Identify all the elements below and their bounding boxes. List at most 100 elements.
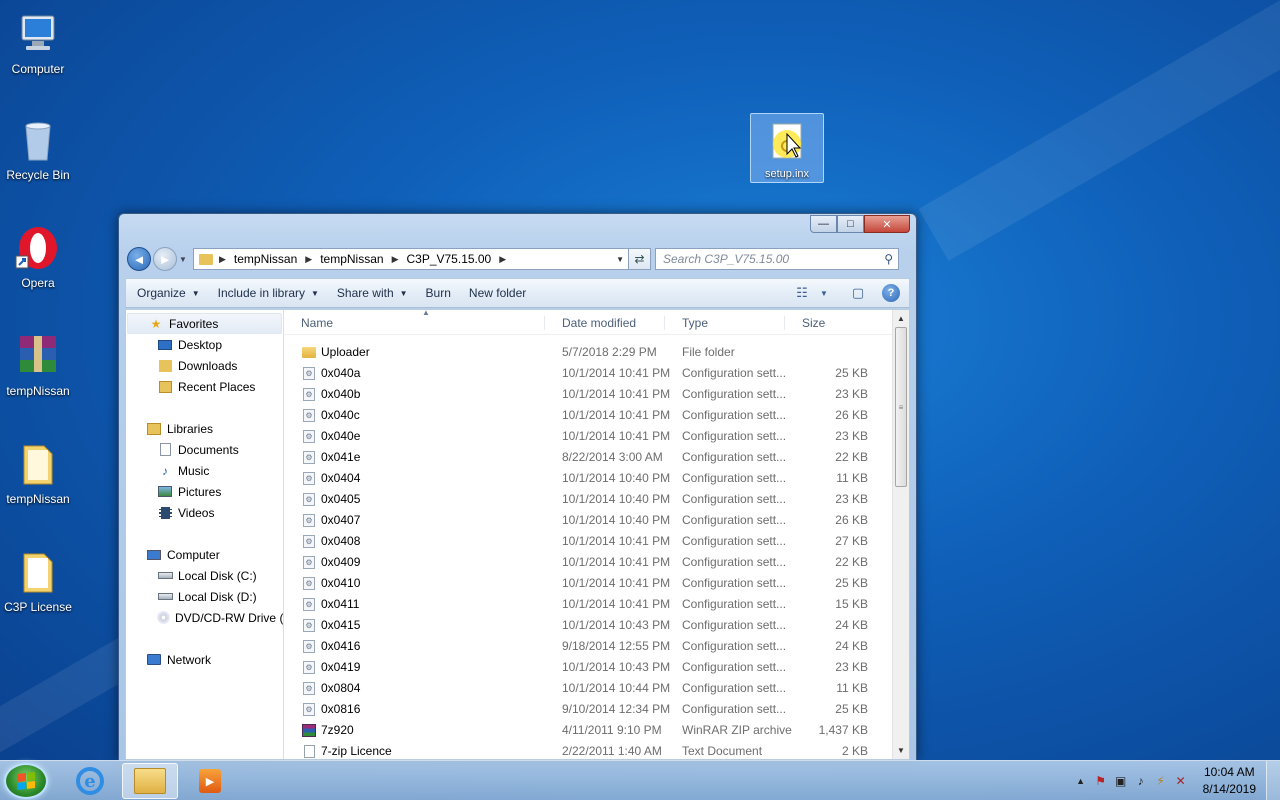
file-row[interactable]: Uploader 5/7/2018 2:29 PM File folder (284, 342, 893, 363)
device-icon[interactable]: ▣ (1111, 774, 1131, 788)
dvd-drive-icon (157, 611, 170, 625)
recent-pages-dropdown[interactable]: ▼ (179, 255, 189, 264)
power-icon[interactable]: ⚡ (1151, 774, 1171, 788)
close-button[interactable]: ✕ (864, 215, 910, 233)
file-row[interactable]: ⚙ 0x041e 8/22/2014 3:00 AM Configuration se… (284, 447, 893, 468)
file-row[interactable]: ⚙ 0x0409 10/1/2014 10:41 PM Configuration s… (284, 552, 893, 573)
column-header-name[interactable]: Name (284, 316, 545, 330)
desktop-icon-label: tempNissan (6, 384, 70, 398)
explorer-window[interactable]: — □ ✕ ◄ ► ▼ ▶ tempNissan ▶ tempNissan ▶ … (118, 213, 917, 761)
file-name: Uploader (321, 345, 370, 359)
taskbar-media-player[interactable]: ▶ (182, 763, 238, 799)
file-date-modified: 10/1/2014 10:44 PM (562, 681, 671, 695)
address-bar[interactable]: ▶ tempNissan ▶ tempNissan ▶ C3P_V75.15.0… (193, 248, 629, 270)
desktop-icon-recycle-bin[interactable]: Recycle Bin (0, 116, 76, 182)
file-row[interactable]: ⚙ 0x0816 9/10/2014 12:34 PM Configuration s… (284, 699, 893, 720)
file-row[interactable]: ⚙ 0x040a 10/1/2014 10:41 PM Configuration s… (284, 363, 893, 384)
nav-recent-places[interactable]: Recent Places (126, 376, 283, 397)
taskbar-windows-explorer[interactable] (122, 763, 178, 799)
file-type: Configuration sett... (682, 660, 787, 674)
nav-computer[interactable]: Computer (126, 544, 283, 565)
nav-documents[interactable]: Documents (126, 439, 283, 460)
desktop-icon-computer[interactable]: Computer (0, 10, 76, 76)
search-input[interactable]: Search C3P_V75.15.00 ⚲ (655, 248, 899, 270)
scroll-down-button[interactable]: ▼ (893, 742, 909, 759)
network-icon[interactable]: ✕ (1171, 774, 1191, 788)
file-row[interactable]: ⚙ 0x040b 10/1/2014 10:41 PM Configuration s… (284, 384, 893, 405)
nav-local-disk-d[interactable]: Local Disk (D:) (126, 586, 283, 607)
vertical-scrollbar[interactable]: ▲ ≡ ▼ (892, 310, 909, 759)
nav-music[interactable]: ♪ Music (126, 460, 283, 481)
file-row[interactable]: ⚙ 0x0419 10/1/2014 10:43 PM Configuration s… (284, 657, 893, 678)
burn-button[interactable]: Burn (417, 279, 460, 307)
file-row[interactable]: ⚙ 0x040e 10/1/2014 10:41 PM Configuration s… (284, 426, 893, 447)
nav-downloads[interactable]: Downloads (126, 355, 283, 376)
column-header-date-modified[interactable]: Date modified (545, 316, 665, 330)
file-date-modified: 10/1/2014 10:41 PM (562, 555, 671, 569)
desktop-icon-c3p-license[interactable]: C3P License (0, 548, 76, 614)
scroll-thumb[interactable]: ≡ (895, 327, 907, 487)
nav-desktop[interactable]: Desktop (126, 334, 283, 355)
nav-libraries[interactable]: Libraries (126, 418, 283, 439)
breadcrumb-separator[interactable]: ▶ (305, 254, 312, 265)
file-row[interactable]: ⚙ 0x0407 10/1/2014 10:40 PM Configuration s… (284, 510, 893, 531)
opera-icon (14, 224, 62, 272)
maximize-button[interactable]: □ (837, 215, 864, 233)
nav-label: Downloads (178, 358, 238, 373)
file-row[interactable]: ⚙ 0x0410 10/1/2014 10:41 PM Configuration s… (284, 573, 893, 594)
include-in-library-menu[interactable]: Include in library ▼ (209, 279, 328, 307)
nav-pictures[interactable]: Pictures (126, 481, 283, 502)
organize-menu[interactable]: Organize ▼ (126, 279, 209, 307)
desktop-icon-tempnissan-archive[interactable]: tempNissan (0, 332, 76, 398)
file-row[interactable]: ⚙ 0x0804 10/1/2014 10:44 PM Configuration s… (284, 678, 893, 699)
file-size: 15 KB (835, 597, 868, 611)
forward-button[interactable]: ► (153, 247, 177, 271)
nav-videos[interactable]: Videos (126, 502, 283, 523)
show-desktop-button[interactable] (1266, 761, 1280, 800)
volume-icon[interactable]: ♪ (1131, 774, 1151, 788)
desktop-icon-opera[interactable]: Opera (0, 224, 76, 290)
file-row[interactable]: ⚙ 0x0408 10/1/2014 10:41 PM Configuration s… (284, 531, 893, 552)
action-center-icon[interactable]: ⚑ (1091, 774, 1111, 788)
taskbar-internet-explorer[interactable]: e (62, 763, 118, 799)
column-header-type[interactable]: Type (665, 316, 785, 330)
breadcrumb-separator[interactable]: ▶ (499, 254, 506, 265)
nav-dvd-drive[interactable]: DVD/CD-RW Drive (I (126, 607, 283, 628)
show-hidden-icons-button[interactable]: ▲ (1071, 776, 1091, 786)
file-date-modified: 10/1/2014 10:41 PM (562, 366, 671, 380)
nav-local-disk-c[interactable]: Local Disk (C:) (126, 565, 283, 586)
desktop-icon-tempnissan-folder[interactable]: tempNissan (0, 440, 76, 506)
back-button[interactable]: ◄ (127, 247, 151, 271)
help-icon[interactable]: ? (882, 284, 900, 302)
scroll-up-button[interactable]: ▲ (893, 310, 909, 327)
file-row[interactable]: ⚙ 0x0405 10/1/2014 10:40 PM Configuration s… (284, 489, 893, 510)
new-folder-button[interactable]: New folder (460, 279, 535, 307)
breadcrumb-item[interactable]: tempNissan (234, 252, 297, 266)
desktop-icon-setup-inx[interactable]: setup.inx (750, 113, 824, 183)
file-row[interactable]: ⚙ 0x040c 10/1/2014 10:41 PM Configuration s… (284, 405, 893, 426)
file-row[interactable]: 7-zip Licence 2/22/2011 1:40 AM Text Docum… (284, 741, 893, 759)
file-row[interactable]: ⚙ 0x0416 9/18/2014 12:55 PM Configuration s… (284, 636, 893, 657)
file-row[interactable]: ⚙ 0x0415 10/1/2014 10:43 PM Configuration s… (284, 615, 893, 636)
clock[interactable]: 10:04 AM 8/14/2019 (1203, 764, 1256, 798)
file-row[interactable]: ⚙ 0x0404 10/1/2014 10:40 PM Configuration s… (284, 468, 893, 489)
breadcrumb-item[interactable]: tempNissan (320, 252, 383, 266)
nav-favorites[interactable]: ★ Favorites (127, 313, 282, 334)
breadcrumb-separator[interactable]: ▶ (219, 254, 226, 265)
minimize-button[interactable]: — (810, 215, 837, 233)
column-header-size[interactable]: Size (785, 316, 875, 330)
view-options-dropdown[interactable]: ▼ (817, 282, 831, 304)
address-dropdown[interactable]: ▼ (616, 255, 624, 264)
file-row[interactable]: 7z920 4/11/2011 9:10 PM WinRAR ZIP archive… (284, 720, 893, 741)
change-view-icon[interactable]: ☷ (787, 282, 817, 304)
refresh-button[interactable]: ⇄ (629, 248, 651, 270)
nav-label: Pictures (178, 484, 222, 499)
file-row[interactable]: ⚙ 0x0411 10/1/2014 10:41 PM Configuration s… (284, 594, 893, 615)
share-with-menu[interactable]: Share with ▼ (328, 279, 417, 307)
search-icon[interactable]: ⚲ (884, 252, 893, 266)
breadcrumb-item[interactable]: C3P_V75.15.00 (406, 252, 491, 266)
preview-pane-icon[interactable]: ▢ (843, 282, 873, 304)
start-button[interactable] (4, 763, 48, 799)
breadcrumb-separator[interactable]: ▶ (392, 254, 399, 265)
nav-network[interactable]: Network (126, 649, 283, 670)
